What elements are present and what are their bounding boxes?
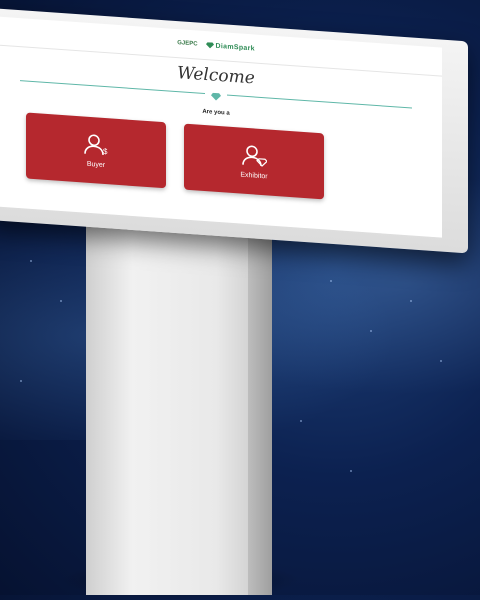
exhibitor-button[interactable]: Exhibitor <box>184 123 324 200</box>
buyer-button[interactable]: $ Buyer <box>26 112 166 189</box>
user-diamond-icon <box>242 145 267 167</box>
exhibitor-label: Exhibitor <box>240 171 268 180</box>
diamspark-logo-text: DiamSpark <box>215 42 255 53</box>
kiosk-screen: GJEPC DiamSpark Welcome Are you a $ Buye… <box>0 16 442 238</box>
buyer-label: Buyer <box>86 160 106 169</box>
diamond-icon <box>211 92 221 101</box>
gjepc-logo: GJEPC <box>177 40 198 48</box>
user-dollar-icon: $ <box>84 133 108 156</box>
diamspark-logo: DiamSpark <box>205 42 255 53</box>
kiosk-stand-side <box>248 222 272 595</box>
diamond-icon <box>205 42 214 49</box>
svg-text:$: $ <box>103 146 108 155</box>
kiosk-frame: GJEPC DiamSpark Welcome Are you a $ Buye… <box>0 8 468 254</box>
kiosk-stand <box>86 222 272 595</box>
